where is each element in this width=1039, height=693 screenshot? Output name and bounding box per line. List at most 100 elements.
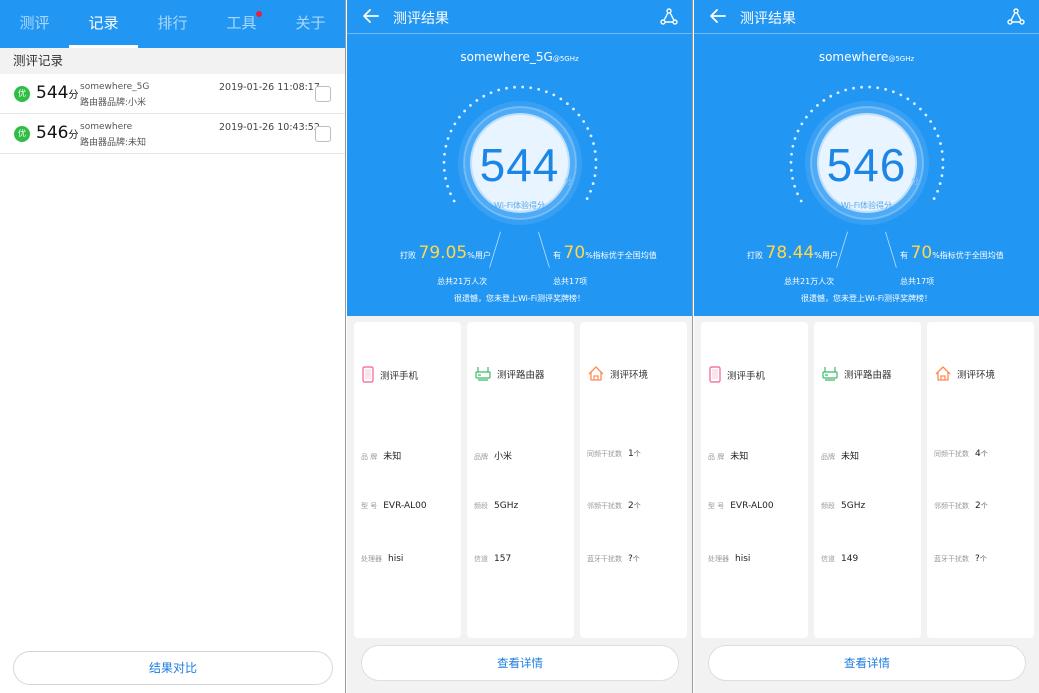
bluetooth-interference-row: 蓝牙干扰数 ?个	[587, 554, 640, 564]
quality-badge: 优	[14, 86, 30, 102]
phone-cpu-row: 处理器 hisi	[361, 554, 403, 564]
phone-cpu-key: 处理器	[708, 555, 729, 563]
quality-badge: 优	[14, 126, 30, 142]
phone-brand-value: 未知	[383, 452, 402, 462]
phone-card-header: 测评手机	[709, 366, 765, 383]
gauge-dot	[521, 85, 525, 89]
phone-brand-row: 品 牌未知	[361, 449, 401, 462]
environment-card-title: 测评环境	[610, 369, 649, 381]
record-score-unit: 分	[68, 90, 79, 101]
cochannel-key: 同频干扰数	[587, 450, 622, 458]
router-card-header: 测评路由器	[475, 366, 545, 381]
house-icon	[935, 366, 951, 381]
phone-card-title: 测评手机	[380, 370, 419, 382]
tab-test[interactable]: 测评	[0, 0, 69, 48]
phone-model-row: 型 号 EVR-AL00	[708, 501, 774, 511]
router-channel-key: 信道	[821, 555, 835, 563]
gauge-dot	[589, 134, 593, 138]
gauge-dot	[829, 94, 833, 98]
router-channel-row: 信道 157	[474, 554, 511, 564]
gauge-dot	[505, 86, 508, 90]
gauge-dot	[482, 94, 486, 98]
tab-tools[interactable]: 工具	[207, 0, 276, 48]
gauge-dot	[891, 90, 895, 94]
phone-brand-value: 未知	[730, 452, 749, 462]
back-arrow-icon[interactable]	[361, 6, 381, 26]
phone-card: 测评手机 品 牌未知 型 号 EVR-AL00 处理器 hisi	[701, 322, 808, 638]
list-item[interactable]: 优 546分 somewhere 路由器品牌:未知 2019-01-26 10:…	[0, 114, 345, 154]
gauge-dot	[475, 99, 479, 102]
record-checkbox[interactable]	[315, 126, 331, 142]
adjacent-interference-row: 邻频干扰数 2个	[934, 501, 988, 511]
gauge-dot	[497, 88, 501, 92]
tab-about[interactable]: 关于	[276, 0, 345, 48]
title-bar: 测评结果	[694, 0, 1039, 34]
gauge-dot	[577, 113, 581, 117]
tab-ranking[interactable]: 排行	[138, 0, 207, 48]
ssid-text: somewhere	[818, 50, 889, 64]
router-brand-key: 品牌	[821, 453, 835, 461]
record-score-unit: 分	[68, 130, 79, 141]
beat-users-stat: 打败 78.44%用户	[747, 243, 838, 263]
gauge-dot	[566, 102, 569, 106]
gauge-dot	[559, 97, 563, 101]
above-prefix: 有	[553, 251, 561, 260]
compare-results-button[interactable]: 结果对比	[13, 651, 333, 685]
gauge-label: Wi-Fi体验得分	[840, 201, 893, 210]
phone-model-key: 型 号	[708, 502, 725, 510]
router-band-key: 频段	[821, 502, 835, 510]
view-details-button[interactable]: 查看详情	[361, 645, 679, 681]
title-bar: 测评结果	[347, 0, 692, 34]
network-ssid: somewhere_5G@5GHz	[347, 50, 692, 64]
record-date: 2019-01-26 10:43:52	[219, 122, 320, 133]
score-value: 544	[479, 139, 560, 191]
beat-suffix: %用户	[467, 251, 491, 260]
beat-users-stat: 打败 79.05%用户	[400, 243, 491, 263]
view-details-button[interactable]: 查看详情	[708, 645, 1026, 681]
tab-records[interactable]: 记录	[69, 0, 138, 48]
beat-value: 79.05	[418, 243, 468, 263]
router-card-title: 测评路由器	[844, 369, 892, 381]
phone-cpu-value: hisi	[735, 554, 751, 564]
router-brand-value: 小米	[494, 452, 513, 462]
phone-icon	[362, 366, 374, 383]
record-router-brand: 路由器品牌:小米	[80, 98, 147, 108]
record-score: 546分	[36, 123, 78, 143]
record-score-value: 546	[36, 123, 69, 143]
result-header: 测评结果 somewhere@5GHz 546 分 Wi-Fi体验得分 打败 7…	[694, 0, 1039, 316]
above-value: 70	[563, 243, 586, 263]
record-checkbox[interactable]	[315, 86, 331, 102]
router-brand-row: 品牌 未知	[821, 449, 859, 462]
gauge-dot	[489, 91, 493, 95]
total-users: 总共21万人次	[784, 277, 835, 286]
back-arrow-icon[interactable]	[708, 6, 728, 26]
environment-card-header: 测评环境	[588, 366, 648, 381]
gauge-dot	[552, 93, 556, 97]
gauge-dot	[796, 192, 799, 196]
phone-model-row: 型 号 EVR-AL00	[361, 501, 427, 511]
phone-brand-key: 品 牌	[708, 453, 725, 461]
band-text: @5GHz	[888, 55, 915, 63]
record-ssid: somewhere	[80, 122, 133, 132]
ranking-note: 很遗憾，您未登上Wi-Fi测评奖牌榜！	[800, 294, 933, 303]
adjacent-key: 邻频干扰数	[587, 502, 622, 510]
gauge-dot	[836, 91, 840, 95]
gauge-dot	[933, 127, 937, 130]
share-icon[interactable]	[1006, 7, 1026, 27]
above-average-stat: 有 70%指标优于全国均值	[553, 243, 657, 263]
gauge-dot	[537, 87, 541, 91]
list-item[interactable]: 优 544分 somewhere_5G 路由器品牌:小米 2019-01-26 …	[0, 74, 345, 114]
gauge-dot	[906, 97, 910, 101]
gauge-dot	[899, 93, 903, 97]
gauge-dot	[572, 107, 575, 111]
record-router-brand: 路由器品牌:未知	[80, 138, 147, 148]
phone-cpu-row: 处理器 hisi	[708, 554, 750, 564]
cochannel-key: 同频干扰数	[934, 450, 969, 458]
phone-card-header: 测评手机	[362, 366, 418, 383]
gauge-dot	[822, 99, 826, 102]
phone-model-value: EVR-AL00	[730, 501, 774, 511]
router-card: 测评路由器 品牌 未知 频段 5GHz 信道 149	[814, 322, 921, 638]
phone-icon	[709, 366, 721, 383]
share-icon[interactable]	[659, 7, 679, 27]
environment-card: 测评环境 同频干扰数 4个 邻频干扰数 2个 蓝牙干扰数 ?个	[927, 322, 1034, 638]
